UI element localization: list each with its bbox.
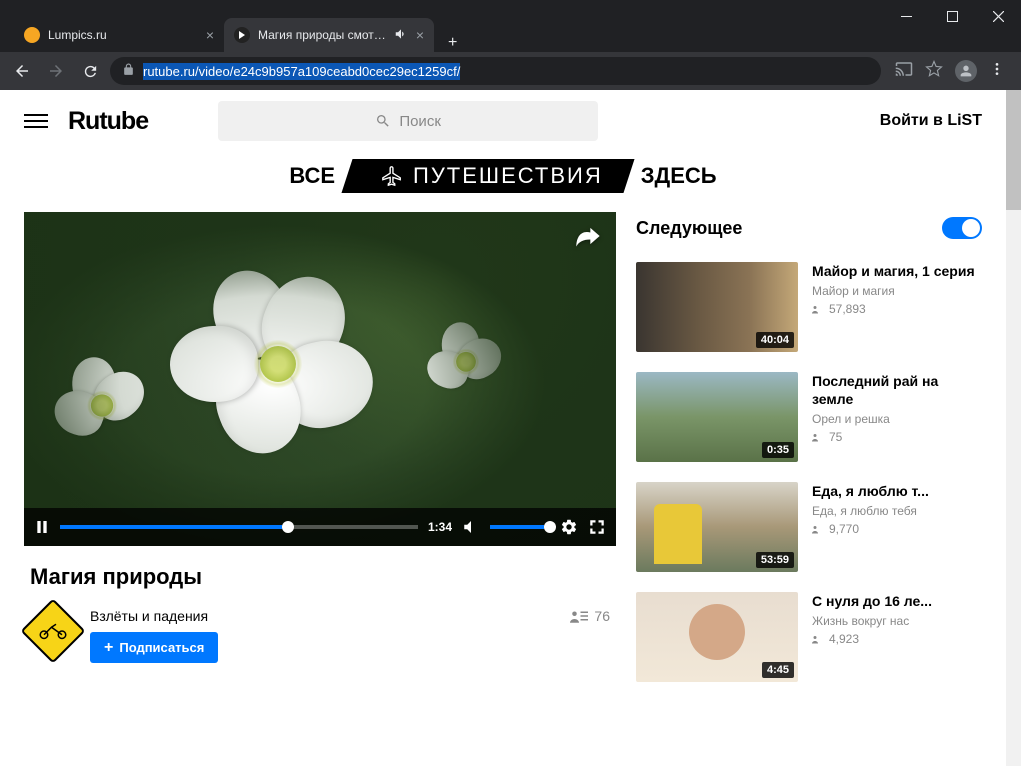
video-info: Магия природы Взлёты и падения +Подписат… bbox=[24, 546, 616, 673]
browser-menu-icon[interactable] bbox=[989, 61, 1005, 82]
rec-channel: Майор и магия bbox=[812, 284, 982, 298]
rec-title: С нуля до 16 ле... bbox=[812, 592, 982, 610]
menu-button[interactable] bbox=[24, 114, 48, 128]
rec-thumbnail: 0:35 bbox=[636, 372, 798, 462]
rec-channel: Орел и решка bbox=[812, 412, 982, 426]
pause-button[interactable] bbox=[34, 519, 50, 535]
rec-views: 4,923 bbox=[812, 632, 982, 646]
star-icon[interactable] bbox=[925, 60, 943, 83]
browser-tab[interactable]: Lumpics.ru × bbox=[14, 18, 224, 52]
lock-icon bbox=[122, 63, 135, 79]
address-row: rutube.ru/video/e24c9b957a109ceabd0cec29… bbox=[0, 52, 1021, 90]
site-logo[interactable]: Rutube bbox=[68, 107, 148, 136]
views-icon bbox=[570, 609, 588, 623]
rec-thumbnail: 53:59 bbox=[636, 482, 798, 572]
progress-bar[interactable] bbox=[60, 525, 418, 529]
minimize-button[interactable] bbox=[883, 0, 929, 32]
recommendation-item[interactable]: 40:04 Майор и магия, 1 серия Майор и маг… bbox=[636, 262, 982, 352]
recommendation-item[interactable]: 53:59 Еда, я люблю т... Еда, я люблю теб… bbox=[636, 482, 982, 572]
search-input[interactable]: Поиск bbox=[218, 101, 598, 141]
recommendation-item[interactable]: 4:45 С нуля до 16 ле... Жизнь вокруг нас… bbox=[636, 592, 982, 682]
site-header: Rutube Поиск Войти в LiST bbox=[0, 90, 1006, 153]
favicon-icon bbox=[24, 27, 40, 43]
play-favicon-icon bbox=[234, 27, 250, 43]
recommendation-item[interactable]: 0:35 Последний рай на земле Орел и решка… bbox=[636, 372, 982, 462]
settings-button[interactable] bbox=[560, 518, 578, 536]
rec-thumbnail: 4:45 bbox=[636, 592, 798, 682]
autoplay-toggle[interactable] bbox=[942, 217, 982, 239]
close-tab-icon[interactable]: × bbox=[206, 27, 214, 43]
video-player[interactable]: 1:34 bbox=[24, 212, 616, 546]
maximize-button[interactable] bbox=[929, 0, 975, 32]
tab-title: Lumpics.ru bbox=[48, 28, 198, 42]
volume-slider[interactable] bbox=[490, 525, 550, 529]
rec-views: 9,770 bbox=[812, 522, 982, 536]
address-bar[interactable]: rutube.ru/video/e24c9b957a109ceabd0cec29… bbox=[110, 57, 881, 85]
promo-center: ПУТЕШЕСТВИЯ bbox=[342, 159, 635, 193]
rec-title: Майор и магия, 1 серия bbox=[812, 262, 982, 280]
browser-tab-active[interactable]: Магия природы смотреть о × bbox=[224, 18, 434, 52]
plane-icon bbox=[381, 165, 403, 187]
back-button[interactable] bbox=[8, 57, 36, 85]
volume-button[interactable] bbox=[462, 518, 480, 536]
rec-title: Еда, я люблю т... bbox=[812, 482, 982, 500]
promo-banner[interactable]: ВСЕ ПУТЕШЕСТВИЯ ЗДЕСЬ bbox=[0, 153, 1006, 198]
reload-button[interactable] bbox=[76, 57, 104, 85]
login-button[interactable]: Войти в LiST bbox=[880, 112, 982, 130]
rec-channel: Еда, я люблю тебя bbox=[812, 504, 982, 518]
search-placeholder: Поиск bbox=[399, 113, 441, 130]
rec-views: 57,893 bbox=[812, 302, 982, 316]
share-button[interactable] bbox=[574, 222, 602, 255]
rec-title: Последний рай на земле bbox=[812, 372, 982, 408]
video-title: Магия природы bbox=[30, 564, 610, 590]
new-tab-button[interactable]: + bbox=[434, 34, 471, 52]
scrollbar[interactable] bbox=[1006, 90, 1021, 766]
close-window-button[interactable] bbox=[975, 0, 1021, 32]
channel-avatar[interactable] bbox=[20, 598, 85, 663]
sidebar: Следующее 40:04 Майор и магия, 1 серия М… bbox=[636, 212, 982, 702]
current-time: 1:34 bbox=[428, 520, 452, 534]
rec-thumbnail: 40:04 bbox=[636, 262, 798, 352]
fullscreen-button[interactable] bbox=[588, 518, 606, 536]
channel-name[interactable]: Взлёты и падения bbox=[90, 608, 556, 624]
view-count: 76 bbox=[570, 608, 610, 624]
profile-avatar[interactable] bbox=[955, 60, 977, 82]
cast-icon[interactable] bbox=[895, 60, 913, 83]
rec-views: 75 bbox=[812, 430, 982, 444]
search-icon bbox=[375, 113, 391, 129]
promo-right: ЗДЕСЬ bbox=[629, 163, 729, 189]
browser-tabs: Lumpics.ru × Магия природы смотреть о × … bbox=[0, 14, 1021, 52]
close-tab-icon[interactable]: × bbox=[416, 27, 424, 43]
promo-left: ВСЕ bbox=[277, 163, 347, 189]
mute-icon[interactable] bbox=[394, 27, 408, 44]
rec-channel: Жизнь вокруг нас bbox=[812, 614, 982, 628]
url-text: rutube.ru/video/e24c9b957a109ceabd0cec29… bbox=[143, 64, 460, 79]
subscribe-button[interactable]: +Подписаться bbox=[90, 632, 218, 663]
next-title: Следующее bbox=[636, 218, 742, 239]
player-controls: 1:34 bbox=[24, 508, 616, 546]
tab-title: Магия природы смотреть о bbox=[258, 28, 386, 42]
forward-button[interactable] bbox=[42, 57, 70, 85]
